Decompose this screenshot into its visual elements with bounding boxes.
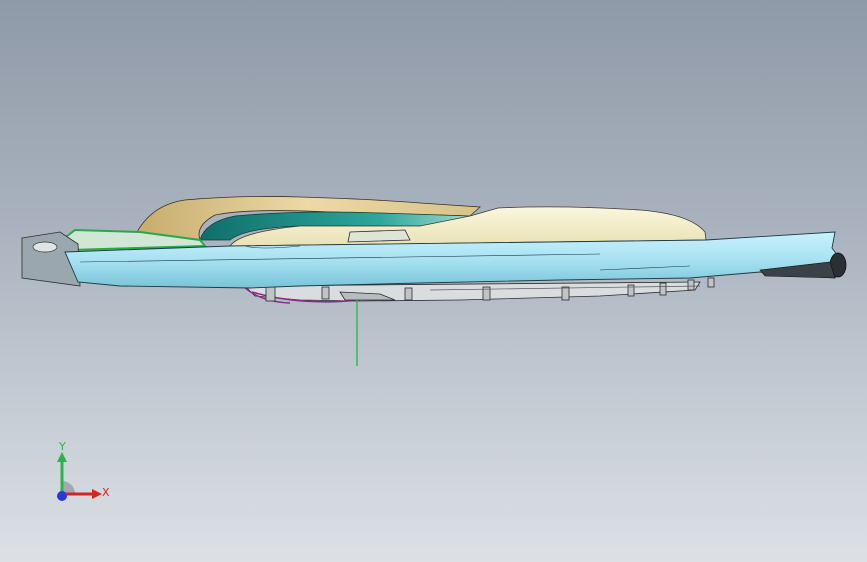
x-axis-label: X (102, 486, 110, 499)
z-axis-dot (57, 491, 67, 501)
x-arrow-head (92, 489, 102, 499)
handle-opening (347, 229, 411, 243)
y-axis-label: Y (58, 440, 66, 453)
y-arrow-head (57, 452, 67, 462)
cad-model[interactable] (0, 0, 867, 562)
3d-viewport[interactable]: Y X (0, 0, 867, 562)
left-vent (32, 241, 58, 253)
coordinate-triad[interactable]: Y X (42, 436, 122, 516)
